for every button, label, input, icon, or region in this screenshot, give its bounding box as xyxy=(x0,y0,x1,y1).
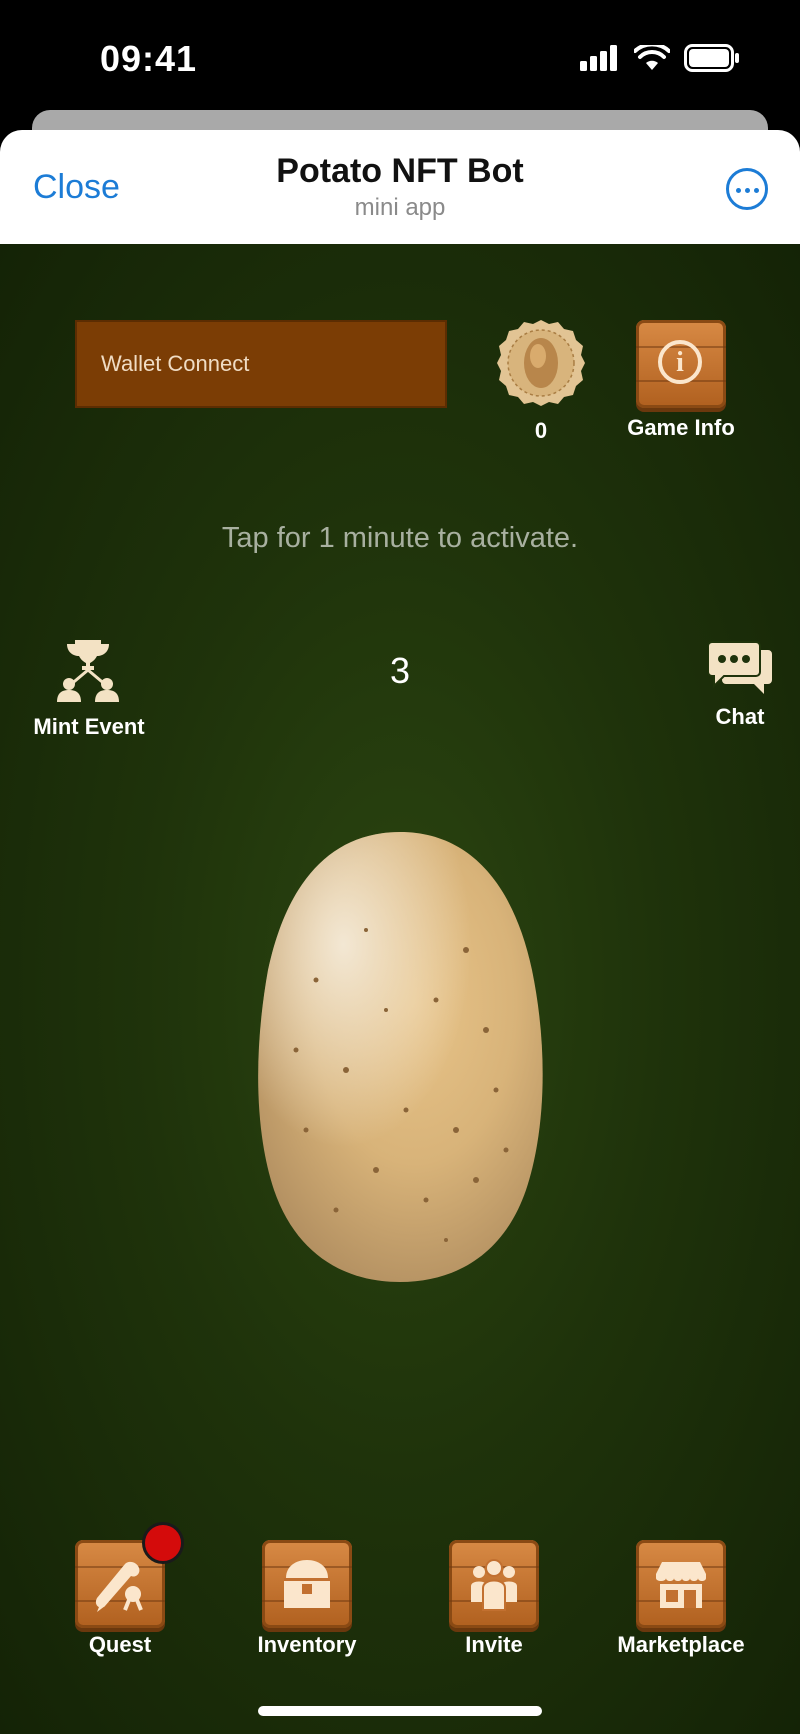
invite-label: Invite xyxy=(465,1632,523,1657)
chat-bubbles-icon xyxy=(708,641,772,694)
info-icon: i xyxy=(658,340,702,384)
more-dot xyxy=(736,188,741,193)
quest-label: Quest xyxy=(88,1632,152,1657)
game-info-button[interactable]: i xyxy=(636,320,726,408)
inventory-label: Inventory xyxy=(257,1632,357,1657)
potato-coin-count: 0 xyxy=(534,418,548,443)
marketplace-label: Marketplace xyxy=(617,1632,745,1657)
treasure-chest-icon xyxy=(284,1560,330,1608)
battery-icon xyxy=(684,44,739,72)
wifi-icon xyxy=(634,45,670,70)
potato-tap-target[interactable] xyxy=(256,830,544,1284)
invite-button[interactable] xyxy=(449,1540,539,1628)
more-options-button[interactable] xyxy=(726,168,768,210)
home-indicator[interactable] xyxy=(258,1706,542,1716)
inventory-button[interactable] xyxy=(262,1540,352,1628)
marketplace-button[interactable] xyxy=(636,1540,726,1628)
app-subtitle: mini app xyxy=(354,194,446,221)
chat-label: Chat xyxy=(715,704,765,729)
mint-event-label: Mint Event xyxy=(33,714,145,739)
status-icons xyxy=(580,44,740,72)
wallet-connect-button[interactable]: Wallet Connect xyxy=(75,320,447,408)
people-icon xyxy=(471,1559,517,1611)
status-bar: 09:41 xyxy=(0,0,800,110)
status-time: 09:41 xyxy=(100,38,198,79)
more-dot xyxy=(754,188,759,193)
app-title: Potato NFT Bot xyxy=(276,152,524,190)
activation-hint: Tap for 1 minute to activate. xyxy=(221,522,579,554)
more-dot xyxy=(745,188,750,193)
chat-button[interactable]: Chat xyxy=(700,640,780,736)
potato-coin-icon xyxy=(497,320,585,406)
tap-counter: 3 xyxy=(389,650,411,691)
quest-notification-badge xyxy=(142,1522,184,1564)
cellular-signal-icon xyxy=(580,45,617,71)
shop-icon xyxy=(656,1562,706,1608)
game-info-label: Game Info xyxy=(627,415,735,440)
